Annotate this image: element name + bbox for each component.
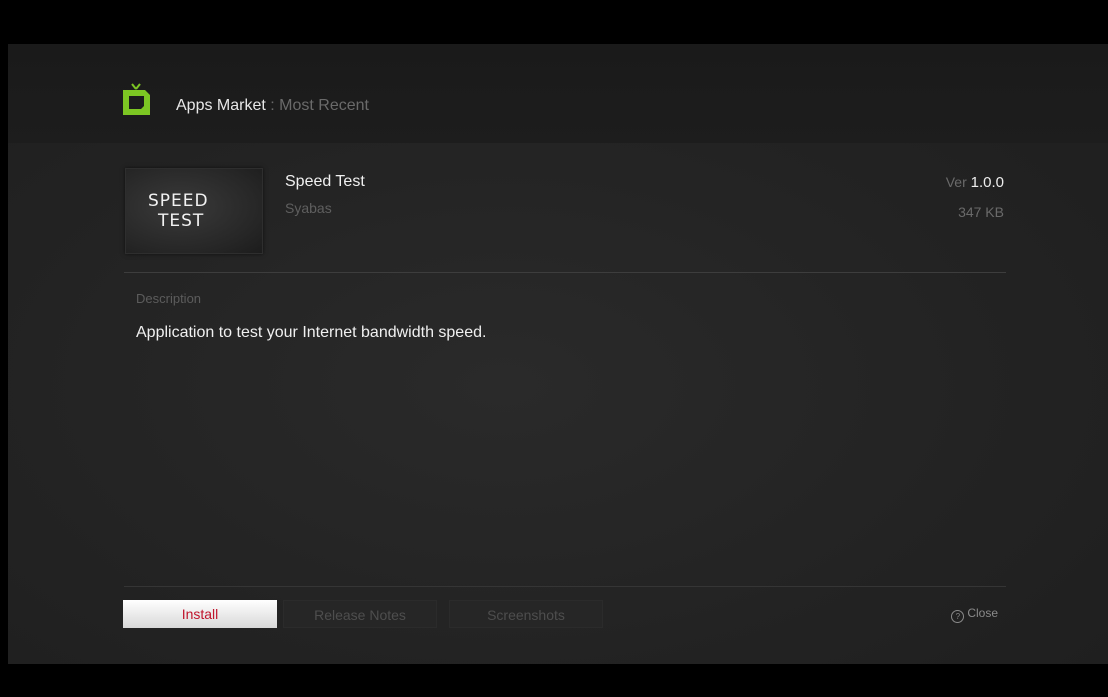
header-separator: : <box>265 97 280 114</box>
app-icon: SPEED TEST <box>125 168 263 254</box>
description-text: Application to test your Internet bandwi… <box>136 324 487 341</box>
app-detail-screen: Apps Market : Most Recent SPEED TEST Spe… <box>8 44 1108 664</box>
divider <box>124 586 1006 587</box>
letterbox-top <box>0 0 1108 44</box>
app-name: Speed Test <box>285 173 365 190</box>
version-number: 1.0.0 <box>970 174 1004 191</box>
app-size: 347 KB <box>958 204 1004 220</box>
letterbox-bottom <box>0 664 1108 697</box>
close-label: Close <box>967 606 998 620</box>
page-title: Apps Market : Most Recent <box>176 97 369 115</box>
release-notes-button[interactable]: Release Notes <box>283 600 437 628</box>
header-title-text: Apps Market <box>176 97 266 114</box>
divider <box>124 272 1006 273</box>
description-label: Description <box>136 291 202 306</box>
header-bar: Apps Market : Most Recent <box>8 44 1108 143</box>
app-icon-text-line2: TEST <box>158 211 205 231</box>
screenshots-button[interactable]: Screenshots <box>449 600 603 628</box>
tv-logo-icon <box>123 83 150 115</box>
app-icon-text-line1: SPEED <box>148 191 209 211</box>
header-subtitle: Most Recent <box>279 97 369 114</box>
app-version: Ver 1.0.0 <box>946 174 1004 191</box>
close-button[interactable]: ? Close <box>951 606 998 623</box>
version-label: Ver <box>945 174 971 190</box>
app-author: Syabas <box>285 200 332 216</box>
close-icon: ? <box>951 610 965 623</box>
install-button[interactable]: Install <box>123 600 277 628</box>
